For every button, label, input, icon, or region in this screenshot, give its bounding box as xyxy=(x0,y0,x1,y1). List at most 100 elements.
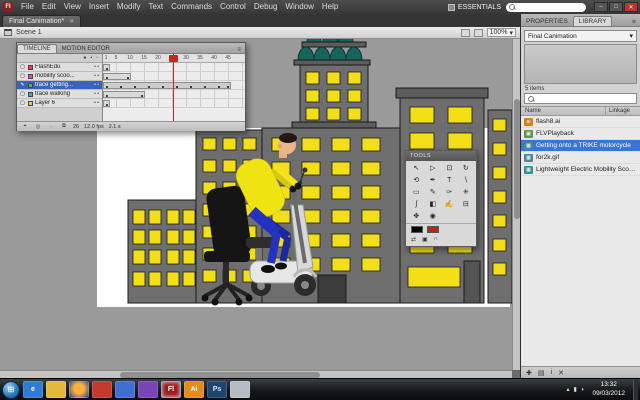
menu-file[interactable]: File xyxy=(17,0,38,14)
selection-tool-icon[interactable]: ↖ xyxy=(408,162,425,174)
layer-outline-icon[interactable]: ▫ xyxy=(96,55,98,61)
menu-help[interactable]: Help xyxy=(318,0,342,14)
playhead-line[interactable] xyxy=(173,54,174,121)
eyedropper-tool-icon[interactable]: ✍ xyxy=(441,198,458,210)
default-colors-icon[interactable]: ▣ xyxy=(422,236,428,243)
fps-value[interactable]: 12.0 fps xyxy=(84,124,104,130)
restore-button[interactable]: □ xyxy=(609,2,623,12)
tools-panel-title[interactable]: TOOLS xyxy=(406,151,476,161)
menu-control[interactable]: Control xyxy=(216,0,250,14)
library-document-select[interactable]: Final Canimation ▾ xyxy=(524,30,637,42)
volume-icon[interactable]: ◗ xyxy=(581,387,585,393)
stroke-color-swatch[interactable] xyxy=(411,226,423,233)
frame-row[interactable] xyxy=(103,72,245,81)
tray-expand-icon[interactable]: ▴ xyxy=(567,386,570,393)
frame-row[interactable] xyxy=(103,81,245,90)
tab-properties[interactable]: PROPERTIES xyxy=(521,17,573,26)
workspace-switcher[interactable]: ESSENTIALS xyxy=(443,3,506,11)
taskbar-icon-messenger-app[interactable] xyxy=(115,381,135,398)
column-name[interactable]: Name xyxy=(521,107,606,115)
bone-tool-icon[interactable]: ʃ xyxy=(408,198,425,210)
timeline-frames-area[interactable]: 1 5 10 15 20 25 30 35 40 45 xyxy=(103,54,245,121)
lasso-tool-icon[interactable]: ⟲ xyxy=(408,174,425,186)
taskbar-icon-firefox[interactable] xyxy=(69,381,89,398)
taskbar-icon-windows-explorer[interactable] xyxy=(46,381,66,398)
document-tab[interactable]: Final Canimation* ✕ xyxy=(2,15,82,27)
timeline-layer-row[interactable]: ▢ mobility scoo... • • xyxy=(17,72,102,81)
subselection-tool-icon[interactable]: ▷ xyxy=(425,162,442,174)
new-folder-icon[interactable]: ▤ xyxy=(538,369,545,377)
line-tool-icon[interactable]: ∖ xyxy=(458,174,475,186)
menu-view[interactable]: View xyxy=(60,0,85,14)
show-desktop-button[interactable] xyxy=(633,379,638,400)
stage-horizontal-scrollbar[interactable] xyxy=(0,370,512,378)
eraser-tool-icon[interactable]: ⊟ xyxy=(458,198,475,210)
zoom-select[interactable]: 100% ▾ xyxy=(486,28,516,37)
library-item-selected[interactable]: ▦ Getting onto a TRIKE motorcycle xyxy=(521,140,640,152)
taskbar-icon-purple-app[interactable] xyxy=(138,381,158,398)
document-tab-close-icon[interactable]: ✕ xyxy=(69,18,74,25)
menu-insert[interactable]: Insert xyxy=(85,0,113,14)
snap-to-objects-icon[interactable]: ∩ xyxy=(434,236,438,243)
library-search-input[interactable] xyxy=(524,93,637,104)
frame-row[interactable] xyxy=(103,99,245,108)
taskbar-icon-illustrator[interactable]: Ai xyxy=(184,381,204,398)
taskbar-clock[interactable]: 13:32 09/03/2012 xyxy=(588,381,629,398)
edit-multiple-frames-icon[interactable]: ⧉ xyxy=(60,123,68,130)
timeline-layer-row-selected[interactable]: ✎ trace getting... • • xyxy=(17,81,102,90)
deco-tool-icon[interactable]: ✳ xyxy=(458,186,475,198)
layer-lock-icon[interactable]: ▪ xyxy=(90,55,92,61)
frame-row[interactable] xyxy=(103,90,245,99)
taskbar-icon-notepad[interactable] xyxy=(230,381,250,398)
menu-window[interactable]: Window xyxy=(281,0,317,14)
onion-skin-icon[interactable]: ◎ xyxy=(34,124,42,130)
edit-scene-button[interactable] xyxy=(460,28,470,37)
hand-tool-icon[interactable]: ✥ xyxy=(408,210,425,222)
stage-vertical-scrollbar[interactable] xyxy=(512,39,520,370)
menu-modify[interactable]: Modify xyxy=(113,0,145,14)
library-item[interactable]: ▦ Lightweight Electric Mobility Scoot... xyxy=(521,164,640,176)
tab-timeline[interactable]: TIMELINE xyxy=(17,44,57,53)
network-icon[interactable]: ▮ xyxy=(574,386,577,393)
fill-color-swatch[interactable] xyxy=(427,226,439,233)
playhead-marker[interactable] xyxy=(169,55,178,62)
item-properties-icon[interactable]: i xyxy=(551,369,553,376)
menu-debug[interactable]: Debug xyxy=(250,0,282,14)
pencil-tool-icon[interactable]: ✎ xyxy=(425,186,442,198)
minimize-button[interactable]: – xyxy=(594,2,608,12)
paint-bucket-tool-icon[interactable]: ◧ xyxy=(425,198,442,210)
free-transform-tool-icon[interactable]: ⊡ xyxy=(441,162,458,174)
menu-commands[interactable]: Commands xyxy=(167,0,216,14)
tab-motion-editor[interactable]: MOTION EDITOR xyxy=(57,45,115,53)
timeline-layer-row[interactable]: ▢ trace walking • • xyxy=(17,90,102,99)
pen-tool-icon[interactable]: ✒ xyxy=(425,174,442,186)
library-item[interactable]: ai flash8.ai xyxy=(521,116,640,128)
timeline-layer-row[interactable]: ▢ FlashEdu • • xyxy=(17,63,102,72)
menu-text[interactable]: Text xyxy=(144,0,167,14)
menu-edit[interactable]: Edit xyxy=(38,0,60,14)
onion-outline-icon[interactable]: ◌ xyxy=(47,124,55,130)
timeline-panel-menu-icon[interactable]: ≡ xyxy=(233,47,245,53)
text-tool-icon[interactable]: T xyxy=(441,174,458,186)
tab-library[interactable]: LIBRARY xyxy=(572,16,613,26)
timeline-layer-row[interactable]: ▢ Layer 6 • • xyxy=(17,99,102,108)
library-panel-menu-icon[interactable]: ≡ xyxy=(628,19,640,26)
center-frame-icon[interactable]: ⌖ xyxy=(21,123,29,130)
delete-item-icon[interactable]: ✕ xyxy=(558,369,564,377)
taskbar-icon-media-app[interactable] xyxy=(92,381,112,398)
rectangle-tool-icon[interactable]: ▭ xyxy=(408,186,425,198)
help-search-input[interactable] xyxy=(506,2,586,12)
new-symbol-icon[interactable]: ✚ xyxy=(526,369,532,377)
close-button[interactable]: ✕ xyxy=(624,2,638,12)
edit-symbols-button[interactable] xyxy=(473,28,483,37)
brush-tool-icon[interactable]: ✑ xyxy=(441,186,458,198)
frame-row[interactable] xyxy=(103,63,245,72)
library-item[interactable]: ▣ FLVPlayback xyxy=(521,128,640,140)
taskbar-icon-photoshop[interactable]: Ps xyxy=(207,381,227,398)
3d-rotation-tool-icon[interactable]: ↻ xyxy=(458,162,475,174)
swap-colors-icon[interactable]: ⇄ xyxy=(411,236,416,243)
library-item[interactable]: ▦ for2k.gif xyxy=(521,152,640,164)
layer-visibility-icon[interactable]: ● xyxy=(83,55,86,61)
column-linkage[interactable]: Linkage xyxy=(606,107,640,115)
zoom-tool-icon[interactable]: ◉ xyxy=(425,210,442,222)
